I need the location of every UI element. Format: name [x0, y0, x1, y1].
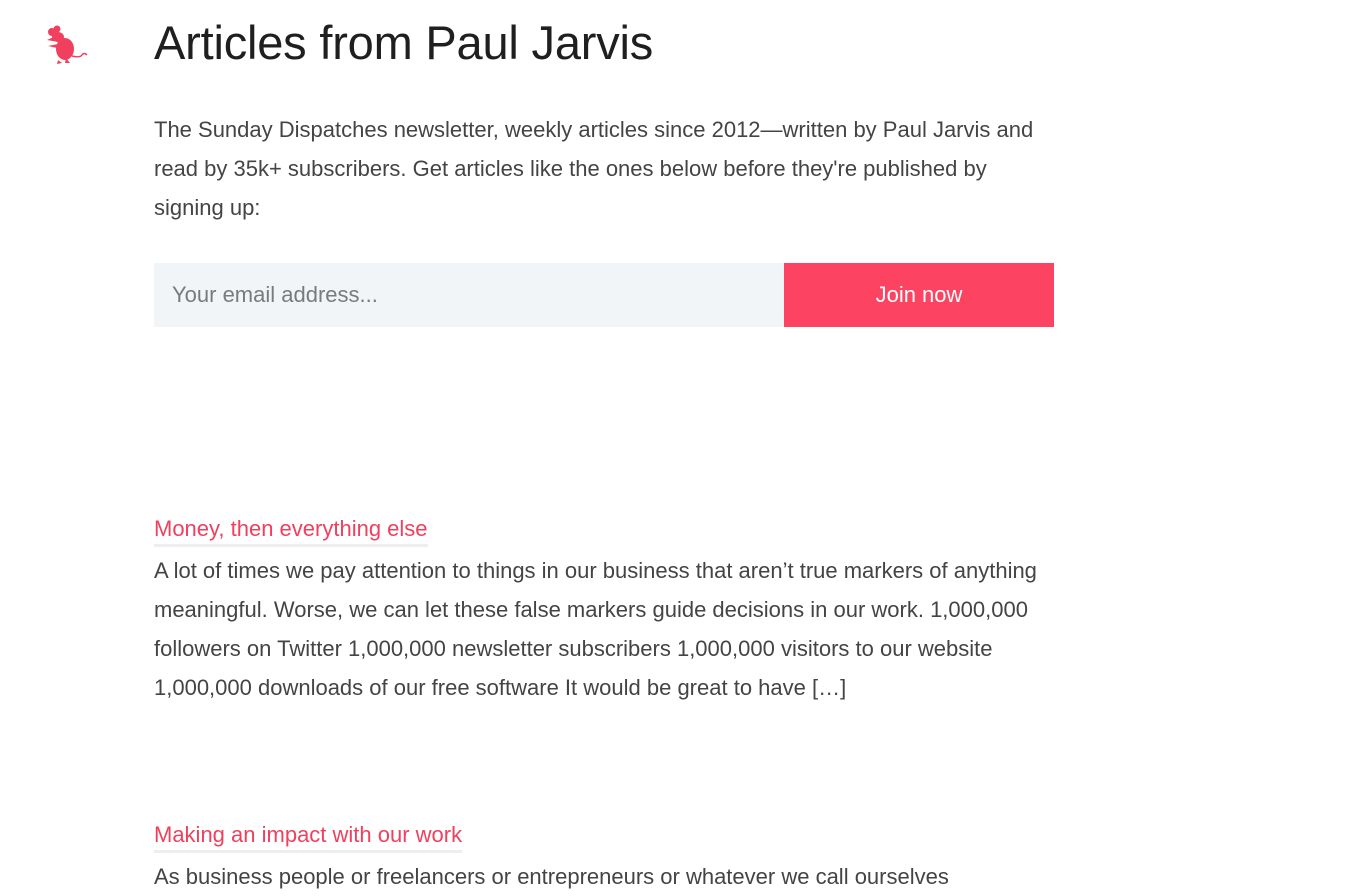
article-excerpt: A lot of times we pay attention to thing… — [154, 558, 1037, 700]
email-field[interactable] — [154, 263, 784, 327]
article-excerpt: As business people or freelancers or ent… — [154, 864, 949, 889]
page-title: Articles from Paul Jarvis — [154, 16, 654, 69]
article-title-link[interactable]: Making an impact with our work — [154, 820, 463, 853]
logo-rat-icon[interactable] — [44, 22, 90, 68]
article-item: Making an impact with our work As busine… — [154, 820, 1054, 896]
intro-text: The Sunday Dispatches newsletter, weekly… — [154, 117, 1034, 220]
article-item: Money, then everything else A lot of tim… — [154, 514, 1054, 707]
rat-icon — [47, 25, 88, 64]
newsletter-signup-form: Join now — [154, 263, 1054, 327]
join-now-button[interactable]: Join now — [784, 263, 1054, 327]
article-title-link[interactable]: Money, then everything else — [154, 514, 428, 547]
